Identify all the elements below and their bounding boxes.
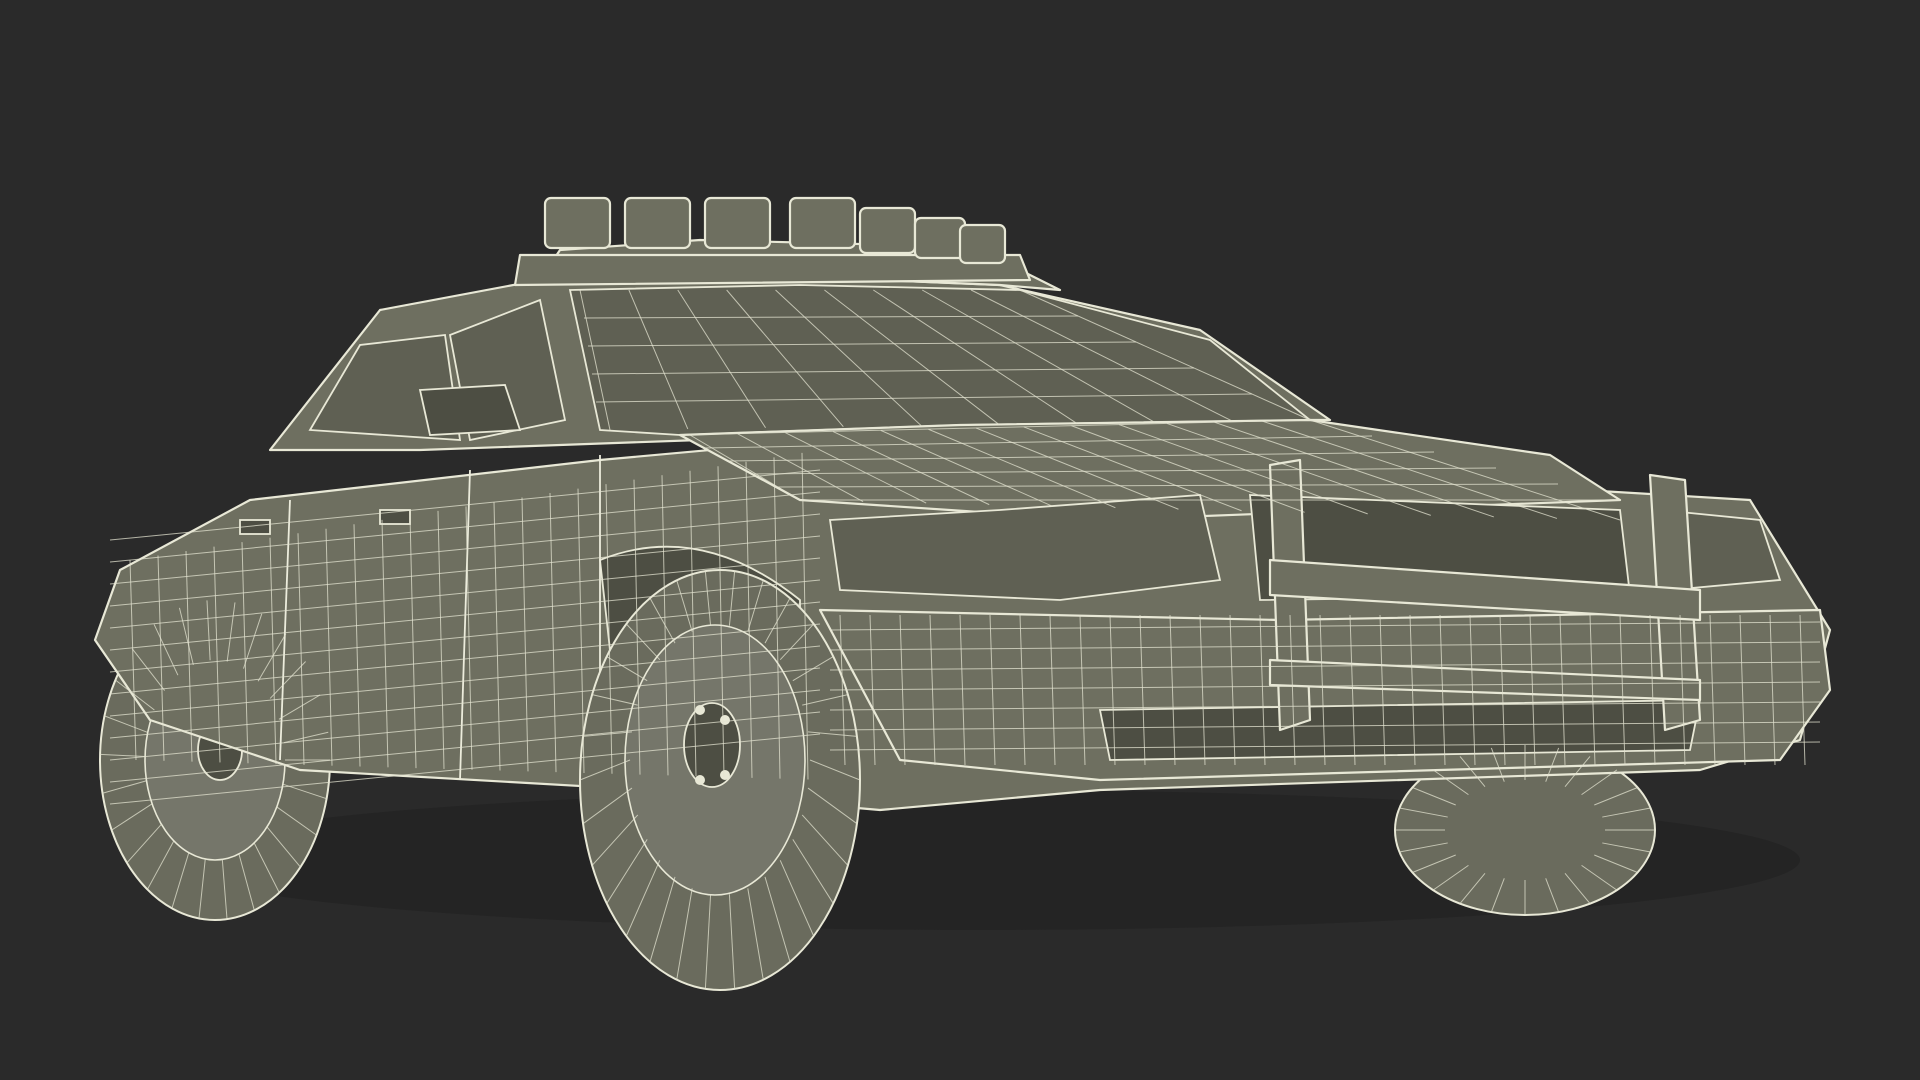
render-viewport bbox=[0, 0, 1920, 1080]
wireframe-car-render bbox=[93, 196, 1832, 991]
front-wheel bbox=[579, 569, 861, 991]
